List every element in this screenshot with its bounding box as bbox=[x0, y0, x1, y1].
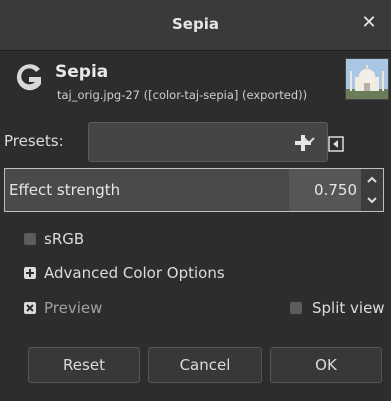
srgb-label: sRGB bbox=[44, 230, 85, 248]
gimp-logo-icon bbox=[16, 64, 41, 91]
spin-buttons bbox=[361, 169, 383, 211]
dialog-title: Sepia bbox=[55, 62, 109, 82]
srgb-row[interactable]: sRGB bbox=[0, 229, 391, 251]
spin-up-icon[interactable] bbox=[365, 173, 379, 187]
sepia-dialog: Sepia ✕ Sepia taj_orig.jpg-27 ([color-ta… bbox=[0, 0, 391, 401]
preview-label: Preview bbox=[44, 299, 103, 317]
taj-mahal-thumbnail-icon bbox=[346, 59, 388, 99]
srgb-checkbox[interactable] bbox=[24, 233, 36, 245]
menu-arrow-icon[interactable] bbox=[328, 136, 344, 152]
window-title: Sepia bbox=[172, 15, 219, 33]
ok-button[interactable]: OK bbox=[270, 347, 382, 383]
dialog-subtitle: taj_orig.jpg-27 ([color-taj-sepia] (expo… bbox=[57, 88, 308, 102]
check-x-icon bbox=[26, 304, 34, 312]
cancel-button[interactable]: Cancel bbox=[148, 347, 262, 383]
close-button[interactable]: ✕ bbox=[359, 13, 379, 33]
presets-row: Presets: bbox=[0, 120, 391, 164]
expander-plus-icon[interactable] bbox=[24, 267, 36, 279]
title-bar: Sepia ✕ bbox=[0, 0, 391, 51]
spin-down-icon[interactable] bbox=[365, 193, 379, 207]
split-view-checkbox[interactable] bbox=[290, 302, 302, 314]
effect-strength-slider[interactable]: Effect strength 0.750 bbox=[4, 168, 384, 212]
advanced-color-options-label: Advanced Color Options bbox=[44, 264, 225, 282]
effect-strength-label: Effect strength bbox=[9, 181, 121, 199]
preview-row[interactable]: Preview Split view bbox=[0, 298, 391, 320]
image-thumbnail bbox=[345, 58, 389, 100]
split-view-label: Split view bbox=[312, 299, 385, 317]
reset-button[interactable]: Reset bbox=[28, 347, 140, 383]
close-icon: ✕ bbox=[361, 12, 377, 33]
dialog-header: Sepia taj_orig.jpg-27 ([color-taj-sepia]… bbox=[0, 51, 391, 113]
plus-icon[interactable] bbox=[292, 132, 314, 154]
presets-label: Presets: bbox=[4, 132, 64, 150]
effect-strength-value: 0.750 bbox=[314, 181, 357, 199]
advanced-color-options-row[interactable]: Advanced Color Options bbox=[0, 263, 391, 285]
preview-checkbox[interactable] bbox=[24, 302, 36, 314]
